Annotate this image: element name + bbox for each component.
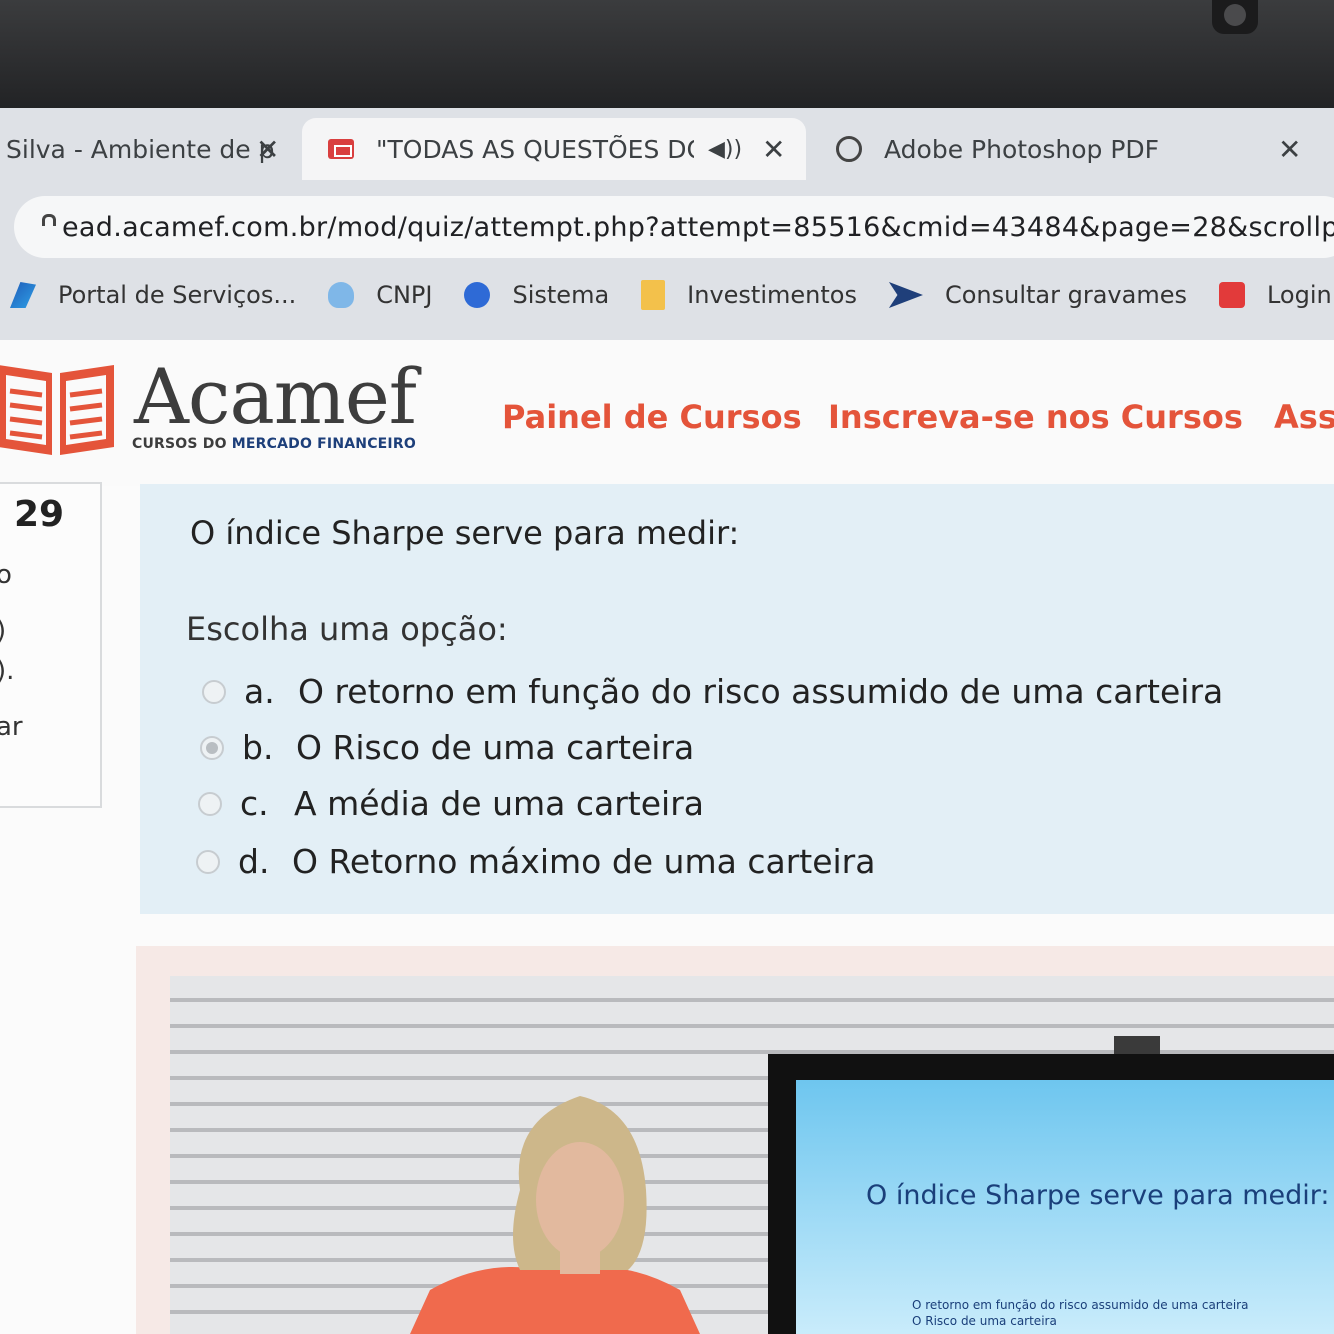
slide-question-text: O índice Sharpe serve para medir:	[866, 1180, 1330, 1211]
address-bar[interactable]: ead.acamef.com.br/mod/quiz/attempt.php?a…	[14, 196, 1334, 258]
tab-questoes[interactable]: "TODAS AS QUESTÕES DO M ◀)) ✕	[302, 118, 806, 180]
tab-title: Silva - Ambiente de p	[6, 134, 275, 164]
nav-painel-de-cursos[interactable]: Painel de Cursos	[502, 398, 802, 436]
sidebar-text: )	[0, 616, 6, 646]
option-d[interactable]: d. O Retorno máximo de uma carteira	[196, 842, 875, 881]
slide-option-text: O Risco de uma carteira	[912, 1314, 1057, 1328]
option-a[interactable]: a. O retorno em função do risco assumido…	[202, 672, 1223, 711]
cnpj-icon	[328, 282, 355, 308]
radio-button-selected[interactable]	[200, 735, 224, 760]
speaker-icon[interactable]: ◀))	[708, 137, 742, 162]
close-icon[interactable]: ✕	[256, 133, 279, 166]
tagline-part: MERCADO FINANCEIRO	[231, 436, 416, 452]
option-letter: b.	[242, 728, 274, 767]
tab-silva[interactable]: Silva - Ambiente de p ✕	[0, 118, 296, 180]
sidebar-text: ar	[0, 712, 23, 742]
choose-option-prompt: Escolha uma opção:	[186, 610, 508, 648]
bookmark-sistema[interactable]: Sistema	[464, 281, 609, 309]
radio-button[interactable]	[196, 849, 220, 874]
globe-icon	[836, 136, 862, 162]
option-text[interactable]: O Retorno máximo de uma carteira	[292, 842, 875, 881]
close-icon[interactable]: ✕	[762, 133, 785, 166]
tab-photoshop[interactable]: Adobe Photoshop PDF ✕	[812, 118, 1334, 180]
radio-button[interactable]	[198, 791, 222, 816]
option-text[interactable]: O Risco de uma carteira	[296, 728, 694, 767]
question-text: O índice Sharpe serve para medir:	[190, 514, 740, 552]
sheet-icon	[328, 139, 354, 159]
option-c[interactable]: c. A média de uma carteira	[198, 784, 704, 823]
sidebar-text: ).	[0, 656, 15, 686]
option-b[interactable]: b. O Risco de uma carteira	[200, 728, 694, 767]
nav-ass[interactable]: Ass	[1274, 398, 1334, 436]
book-logo-icon[interactable]	[0, 355, 118, 459]
bookmarks-bar: Portal de Serviços... CNPJ Sistema Inves…	[0, 268, 1334, 322]
url-text[interactable]: ead.acamef.com.br/mod/quiz/attempt.php?a…	[62, 212, 1334, 243]
bookmark-label: Sistema	[512, 281, 610, 309]
bookmark-label: Login - C	[1266, 281, 1334, 309]
bookmark-label: Investimentos	[687, 281, 857, 309]
brand-tagline: CURSOS DO MERCADO FINANCEIRO	[132, 436, 416, 452]
option-text[interactable]: A média de uma carteira	[294, 784, 704, 823]
presenter-figure	[410, 1096, 700, 1334]
option-letter: d.	[238, 842, 270, 881]
bookmark-gravames[interactable]: Consultar gravames	[888, 281, 1187, 309]
option-text[interactable]: O retorno em função do risco assumido de…	[298, 672, 1223, 711]
monitor-bezel	[0, 0, 1334, 108]
sidebar-text: o	[0, 560, 12, 590]
bookmark-login[interactable]: Login - C	[1218, 281, 1334, 309]
slide-option-text: O retorno em função do risco assumido de…	[912, 1298, 1249, 1312]
option-letter: c.	[240, 784, 269, 823]
tab-title: Adobe Photoshop PDF	[884, 134, 1160, 164]
question-number: 29	[14, 494, 65, 535]
bookmark-portal[interactable]: Portal de Serviços...	[10, 281, 296, 309]
arrow-icon	[888, 282, 923, 308]
bookmark-cnpj[interactable]: CNPJ	[328, 281, 432, 309]
brand-name[interactable]: Acamef	[134, 352, 417, 441]
option-letter: a.	[244, 672, 275, 711]
bookmark-label: CNPJ	[376, 281, 433, 309]
folder-icon	[641, 280, 666, 310]
login-icon	[1218, 282, 1245, 308]
tagline-part: CURSOS DO	[132, 436, 232, 452]
close-icon[interactable]: ✕	[1278, 133, 1301, 166]
gear-icon	[464, 282, 491, 308]
bookmark-label: Portal de Serviços...	[58, 281, 297, 309]
radio-button[interactable]	[202, 679, 226, 704]
webcam	[1212, 0, 1258, 34]
bookmark-label: Consultar gravames	[944, 281, 1187, 309]
portal-icon	[10, 282, 36, 308]
nav-inscreva-se[interactable]: Inscreva-se nos Cursos	[828, 398, 1243, 436]
tab-title: "TODAS AS QUESTÕES DO M	[376, 134, 694, 164]
bookmark-investimentos[interactable]: Investimentos	[641, 280, 857, 310]
